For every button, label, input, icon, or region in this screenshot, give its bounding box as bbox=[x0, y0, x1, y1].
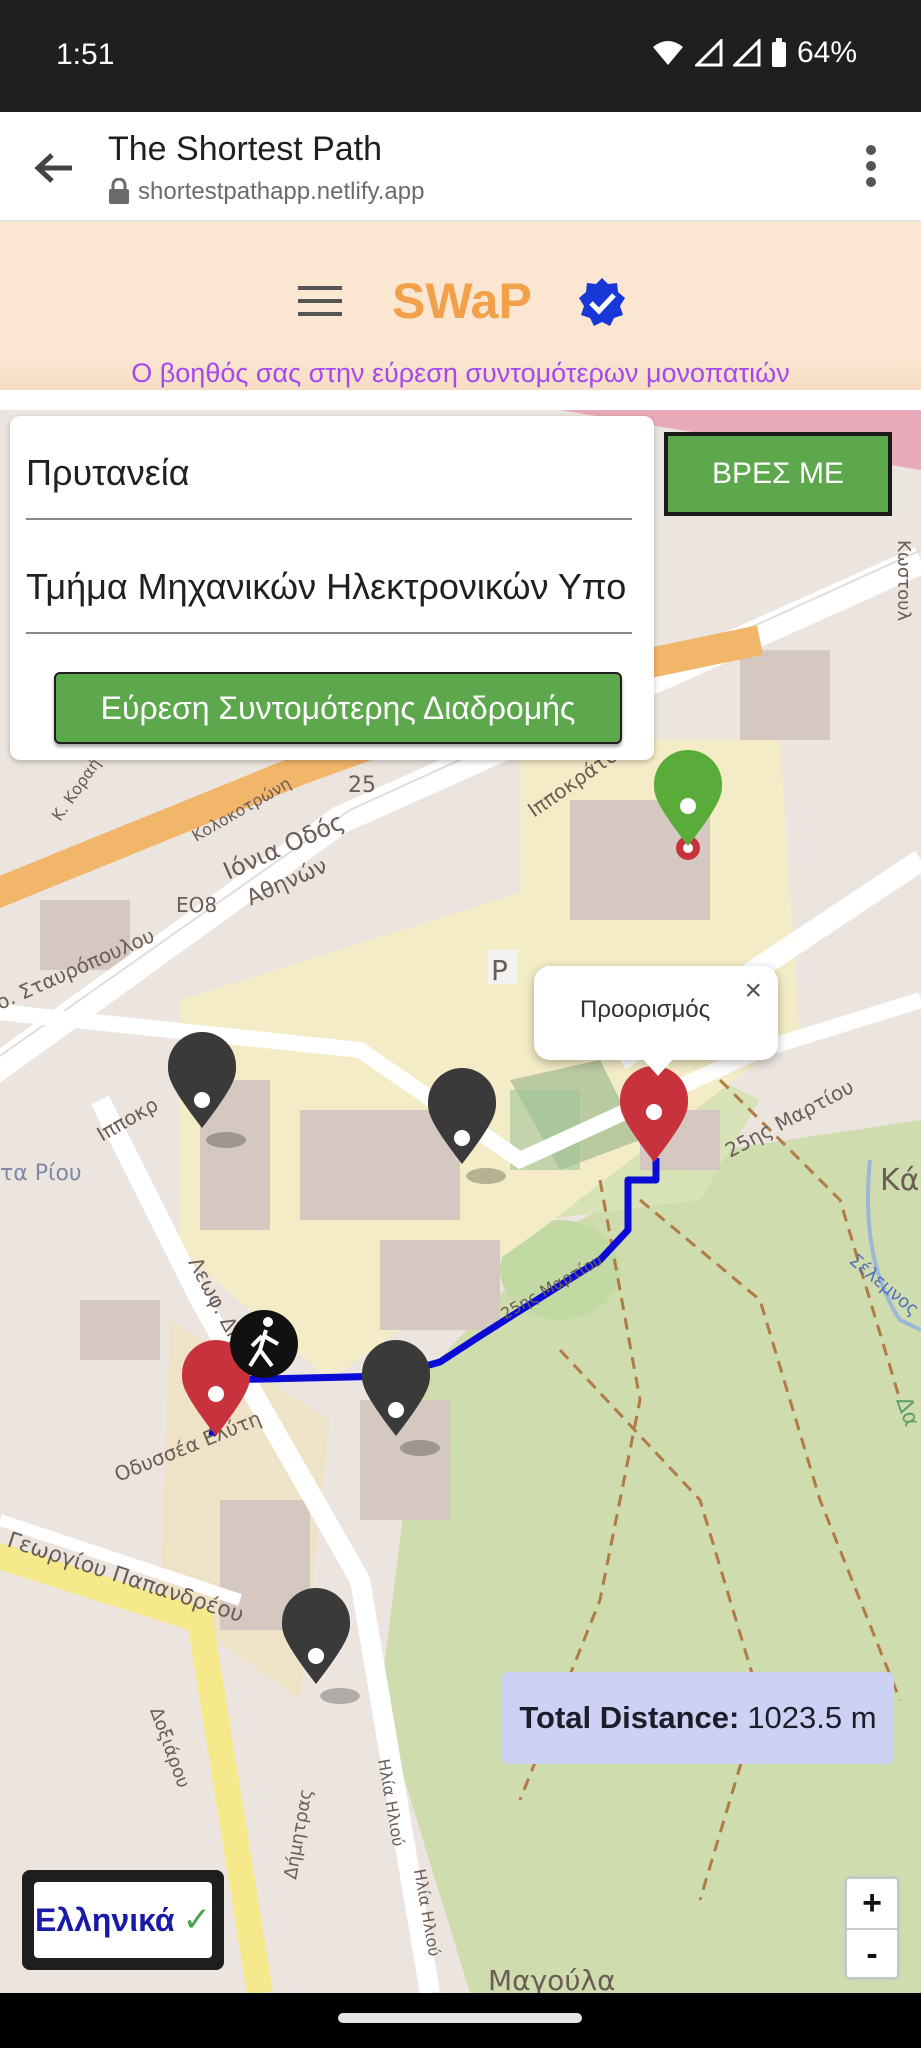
lock-icon bbox=[109, 178, 129, 204]
locate-me-button[interactable]: ΒΡΕΣ ΜΕ bbox=[664, 432, 892, 516]
popup-close-icon[interactable]: × bbox=[744, 974, 762, 1008]
total-distance-box: Total Distance: 1023.5 m bbox=[502, 1672, 894, 1764]
signal-icon-2 bbox=[732, 39, 761, 67]
destination-input[interactable]: Τμήμα Μηχανικών Ηλεκτρονικών Υπο bbox=[26, 542, 632, 634]
destination-popup: Προορισμός × bbox=[534, 966, 778, 1076]
language-label: Ελληνικά bbox=[34, 1901, 175, 1938]
browser-toolbar: The Shortest Path shortestpathapp.netlif… bbox=[0, 112, 921, 222]
status-icons: 64% bbox=[651, 36, 857, 70]
popup-text: Προορισμός bbox=[580, 996, 711, 1023]
wifi-icon bbox=[652, 41, 683, 65]
battery-percent: 64% bbox=[796, 36, 857, 69]
home-gesture-bar[interactable] bbox=[338, 2013, 582, 2023]
zoom-in-button[interactable]: + bbox=[847, 1879, 897, 1930]
walking-person-icon bbox=[230, 1310, 298, 1378]
find-route-button[interactable]: Εύρεση Συντομότερης Διαδρομής bbox=[54, 672, 622, 744]
page-url[interactable]: shortestpathapp.netlify.app bbox=[138, 178, 424, 206]
app-tagline: Ο βοηθός σας στην εύρεση συντομότερων μο… bbox=[131, 358, 790, 388]
map-label-ka: Κά bbox=[880, 1163, 919, 1198]
signal-icon bbox=[694, 39, 723, 67]
hamburger-menu-icon[interactable] bbox=[298, 284, 342, 318]
distance-value: 1023.5 m bbox=[747, 1700, 877, 1735]
battery-icon bbox=[771, 38, 786, 67]
verified-badge-icon bbox=[579, 278, 625, 326]
map-label-magoula: Μαγούλα bbox=[488, 1964, 616, 1993]
system-nav-bar bbox=[0, 1993, 921, 2048]
map-label-riou: τα Ρίου bbox=[0, 1161, 82, 1186]
route-form: Πρυτανεία Τμήμα Μηχανικών Ηλεκτρονικών Υ… bbox=[10, 416, 654, 760]
status-bar: 1:51 64% bbox=[0, 0, 921, 112]
more-vert-icon[interactable] bbox=[865, 142, 877, 190]
check-icon: ✓ bbox=[182, 1901, 212, 1939]
status-time: 1:51 bbox=[56, 38, 115, 71]
parking-label: P bbox=[491, 954, 508, 987]
page-title: The Shortest Path bbox=[108, 130, 383, 168]
distance-label: Total Distance: bbox=[519, 1700, 740, 1735]
map-label-xostou: Κωστουλ bbox=[893, 540, 914, 622]
back-arrow-icon[interactable] bbox=[34, 152, 74, 184]
origin-input[interactable]: Πρυτανεία bbox=[26, 428, 632, 520]
zoom-out-button[interactable]: - bbox=[847, 1930, 897, 1979]
map-label-eo8: ΕΟ8 bbox=[176, 893, 217, 917]
zoom-control: + - bbox=[844, 1876, 900, 1980]
language-button[interactable]: Ελληνικά ✓ bbox=[22, 1870, 224, 1970]
map-label-25: 25 bbox=[348, 773, 376, 798]
brand-title: SWaP bbox=[392, 273, 532, 329]
